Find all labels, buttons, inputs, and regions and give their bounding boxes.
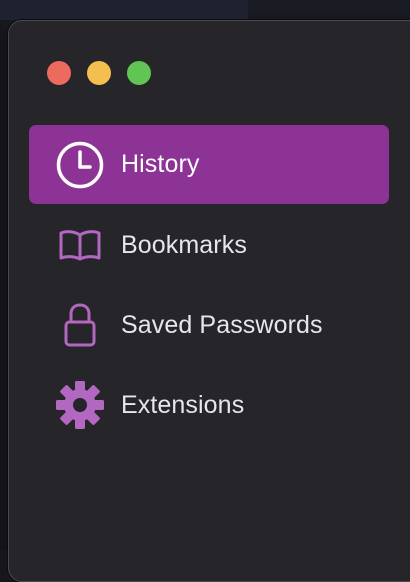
maximize-button[interactable] [127, 61, 151, 85]
close-button[interactable] [47, 61, 71, 85]
minimize-button[interactable] [87, 61, 111, 85]
sidebar-item-label: Saved Passwords [121, 310, 323, 339]
sidebar: History Bookmarks Saved Passwords Extens… [29, 125, 389, 445]
book-icon [53, 218, 107, 272]
sidebar-item-bookmarks[interactable]: Bookmarks [29, 205, 389, 285]
sidebar-item-saved-passwords[interactable]: Saved Passwords [29, 285, 389, 365]
sidebar-item-label: History [121, 150, 200, 178]
desktop-top-strip [0, 0, 248, 20]
window-controls [47, 61, 167, 85]
app-window: History Bookmarks Saved Passwords Extens… [8, 20, 410, 582]
sidebar-item-label: Bookmarks [121, 230, 247, 259]
lock-icon [53, 298, 107, 352]
sidebar-item-extensions[interactable]: Extensions [29, 365, 389, 445]
gear-icon [53, 378, 107, 432]
sidebar-item-label: Extensions [121, 390, 245, 419]
sidebar-item-history[interactable]: History [29, 125, 389, 204]
clock-icon [53, 138, 107, 192]
